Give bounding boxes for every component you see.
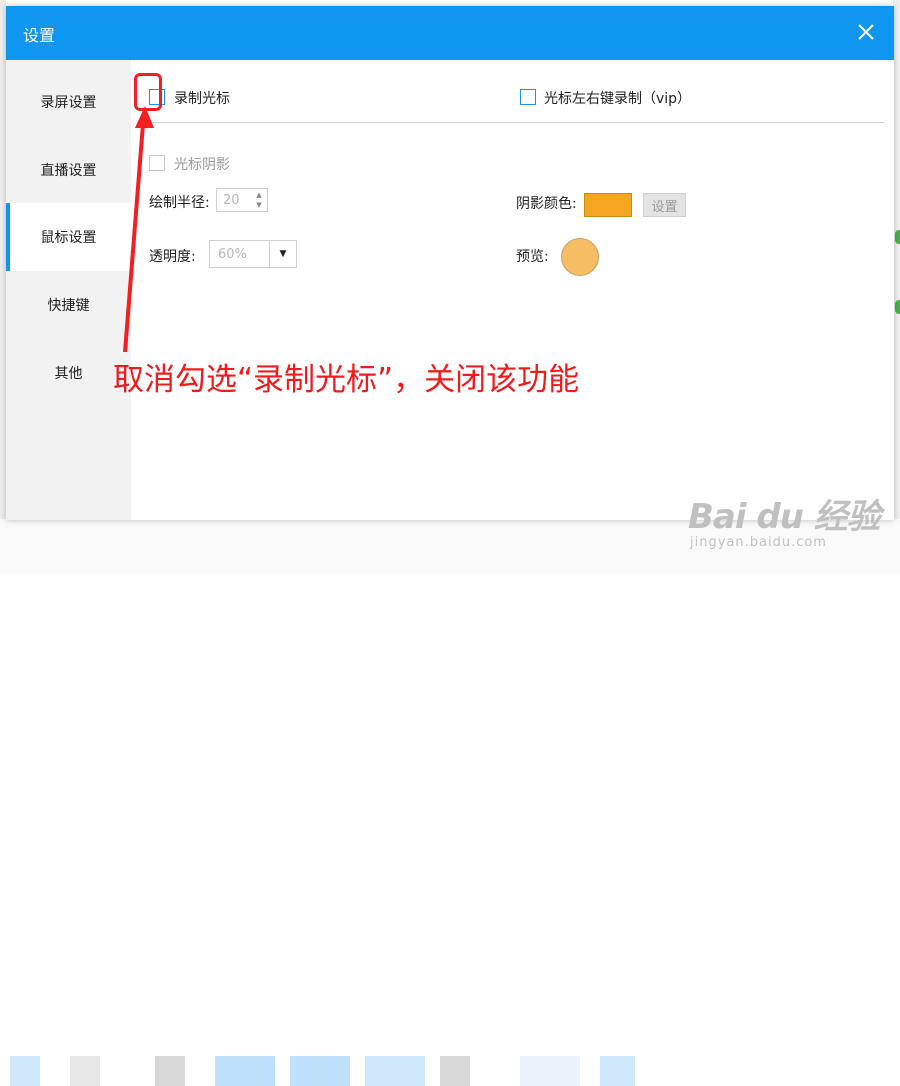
blurred-thumbnail	[10, 1056, 40, 1086]
annotation-text: 取消勾选“录制光标”，关闭该功能	[113, 362, 580, 398]
blurred-thumbnail	[520, 1056, 580, 1086]
blurred-thumbnail	[290, 1056, 350, 1086]
watermark-url: jingyan.baidu.com	[690, 535, 827, 550]
blurred-thumbnail	[365, 1056, 425, 1086]
blurred-thumbnail	[155, 1056, 185, 1086]
blurred-thumbnail	[70, 1056, 100, 1086]
watermark-brand: Bai du 经验	[688, 497, 881, 537]
baidu-jingyan-watermark: Bai du 经验 jingyan.baidu.com	[688, 487, 881, 557]
blurred-thumbnail	[440, 1056, 470, 1086]
blurred-thumbnail	[600, 1056, 635, 1086]
blurred-thumbnail	[215, 1056, 275, 1086]
